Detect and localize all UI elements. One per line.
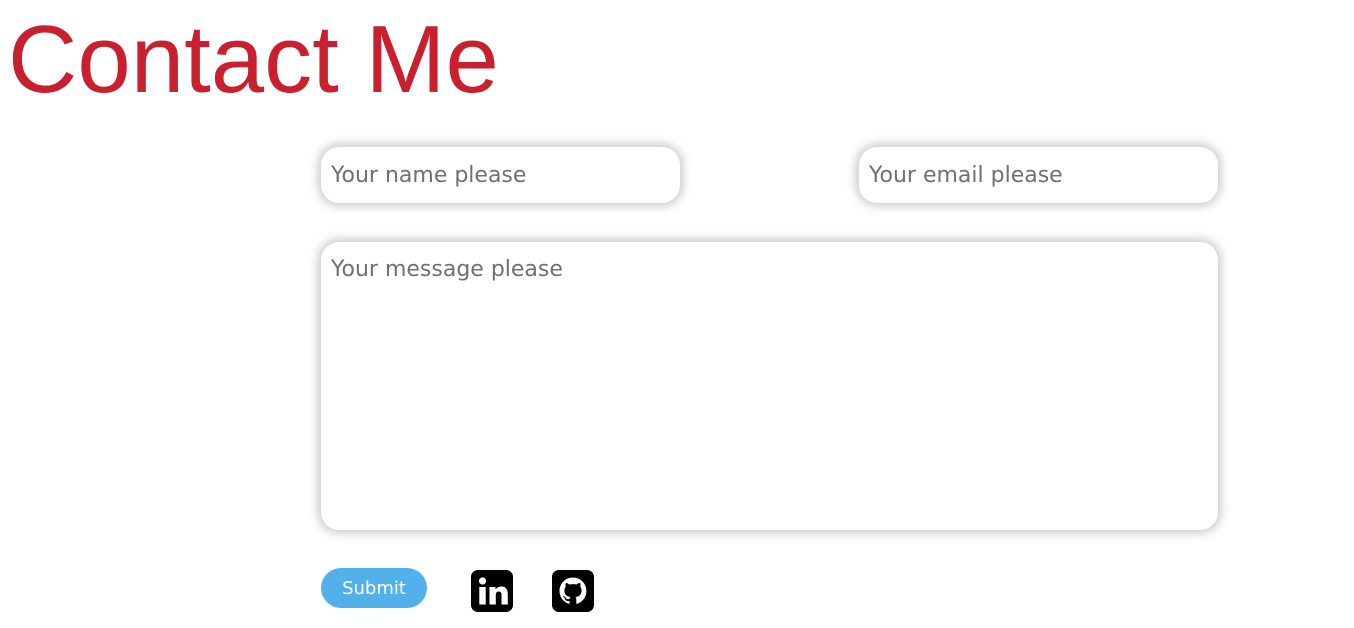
- linkedin-link[interactable]: [471, 570, 513, 612]
- email-input[interactable]: [859, 147, 1218, 203]
- page-title: Contact Me: [8, 6, 499, 113]
- submit-button[interactable]: Submit: [321, 568, 427, 608]
- github-link[interactable]: [552, 570, 594, 612]
- linkedin-icon: [471, 570, 513, 612]
- message-textarea[interactable]: [321, 242, 1218, 530]
- name-input[interactable]: [321, 147, 680, 203]
- github-icon: [552, 570, 594, 612]
